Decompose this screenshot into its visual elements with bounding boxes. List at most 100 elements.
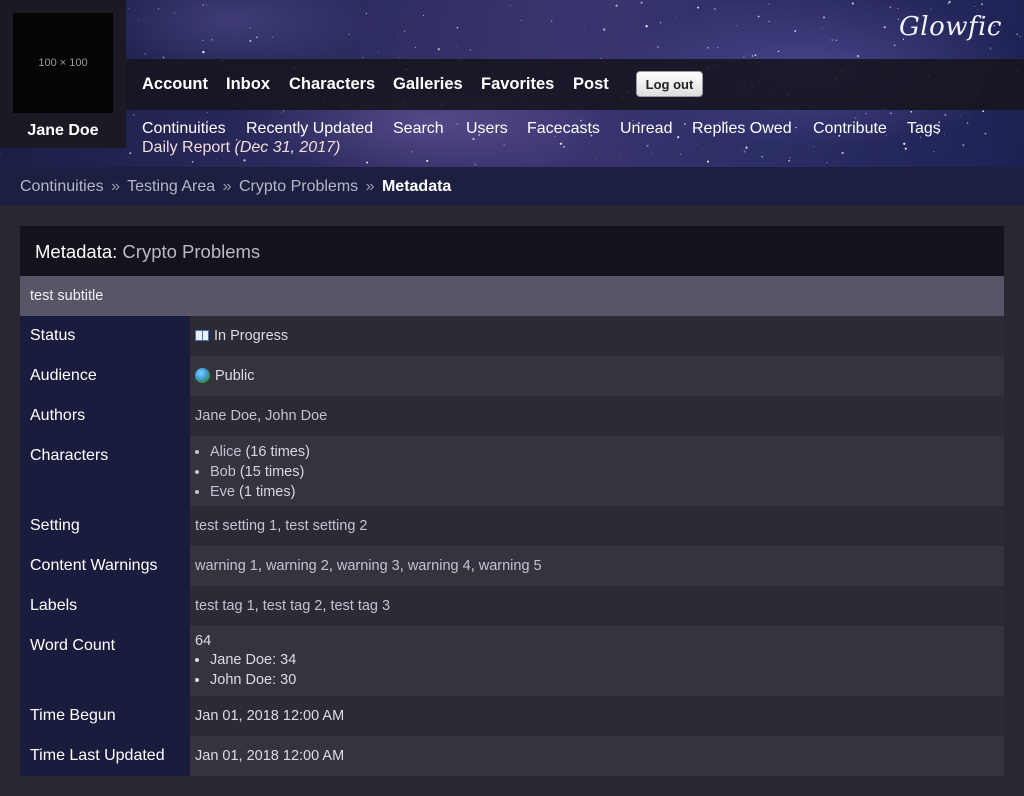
list-item: Jane Doe: 34	[210, 650, 999, 670]
subnav-recently-updated[interactable]: Recently Updated	[246, 120, 373, 138]
main-nav: Account Inbox Characters Galleries Favor…	[126, 59, 1024, 110]
setting-value: test setting 1, test setting 2	[190, 506, 1004, 546]
table-row-authors: Authors Jane Doe, John Doe	[20, 396, 1004, 436]
metadata-table: Status In Progress Audience Public Autho…	[20, 316, 1004, 776]
list-item: Alice (16 times)	[210, 442, 999, 462]
page-title: Metadata: Crypto Problems	[35, 241, 260, 263]
subtitle-row: test subtitle	[20, 276, 1004, 316]
table-row-time-last-updated: Time Last Updated Jan 01, 2018 12:00 AM	[20, 736, 1004, 776]
table-row-characters: Characters Alice (16 times) Bob (15 time…	[20, 436, 1004, 506]
time-begun-label: Time Begun	[20, 696, 190, 736]
breadcrumb-continuities[interactable]: Continuities	[20, 178, 104, 195]
character-count: (1 times)	[239, 484, 296, 500]
table-row-audience: Audience Public	[20, 356, 1004, 396]
table-row-labels: Labels test tag 1, test tag 2, test tag …	[20, 586, 1004, 626]
character-link[interactable]: Bob	[210, 464, 236, 480]
breadcrumb-bar: Continuities » Testing Area » Crypto Pro…	[0, 167, 1024, 206]
subnav-unread[interactable]: Unread	[620, 120, 672, 138]
tag-link[interactable]: test tag 1	[195, 598, 255, 614]
subnav-facecasts[interactable]: Facecasts	[527, 120, 600, 138]
list-item: Eve (1 times)	[210, 482, 999, 502]
warning-link[interactable]: warning 5	[479, 558, 542, 574]
setting-link[interactable]: test setting 1	[195, 518, 277, 534]
characters-value: Alice (16 times) Bob (15 times) Eve (1 t…	[190, 436, 1004, 506]
character-link[interactable]: Alice	[210, 444, 241, 460]
nav-galleries[interactable]: Galleries	[393, 75, 463, 94]
list-item: John Doe: 30	[210, 670, 999, 690]
content-warnings-label: Content Warnings	[20, 546, 190, 586]
warning-link[interactable]: warning 4	[408, 558, 471, 574]
warning-link[interactable]: warning 1	[195, 558, 258, 574]
subnav-users[interactable]: Users	[466, 120, 508, 138]
author-link[interactable]: Jane Doe	[195, 408, 257, 424]
post-title-link[interactable]: Crypto Problems	[122, 241, 260, 262]
authors-value: Jane Doe, John Doe	[190, 396, 1004, 436]
time-last-updated-text: Jan 01, 2018 12:00 AM	[195, 748, 345, 764]
nav-characters[interactable]: Characters	[289, 75, 375, 94]
site-logo[interactable]: Glowfic	[899, 12, 1002, 42]
word-count-total: 64	[195, 633, 212, 649]
book-icon	[195, 330, 209, 341]
characters-list: Alice (16 times) Bob (15 times) Eve (1 t…	[195, 442, 999, 502]
table-row-status: Status In Progress	[20, 316, 1004, 356]
status-value: In Progress	[190, 316, 1004, 356]
breadcrumb-separator: »	[222, 178, 232, 195]
characters-label: Characters	[20, 436, 190, 506]
author-link[interactable]: John Doe	[265, 408, 327, 424]
avatar[interactable]: 100 × 100	[13, 13, 113, 113]
subnav-daily-report[interactable]: Daily Report (Dec 31, 2017)	[142, 139, 340, 157]
table-row-time-begun: Time Begun Jan 01, 2018 12:00 AM	[20, 696, 1004, 736]
time-last-updated-label: Time Last Updated	[20, 736, 190, 776]
setting-link[interactable]: test setting 2	[285, 518, 367, 534]
subnav-replies-owed[interactable]: Replies Owed	[692, 120, 792, 138]
status-text: In Progress	[214, 328, 289, 344]
username[interactable]: Jane Doe	[0, 122, 126, 140]
audience-value: Public	[190, 356, 1004, 396]
breadcrumb-separator: »	[365, 178, 375, 195]
daily-report-label: Daily Report	[142, 139, 231, 156]
breadcrumb-separator: »	[111, 178, 120, 195]
character-link[interactable]: Eve	[210, 484, 235, 500]
breadcrumb-current: Metadata	[381, 178, 452, 195]
table-row-content-warnings: Content Warnings warning 1, warning 2, w…	[20, 546, 1004, 586]
character-count: (16 times)	[245, 444, 310, 460]
table-row-setting: Setting test setting 1, test setting 2	[20, 506, 1004, 546]
daily-report-date: (Dec 31, 2017)	[234, 139, 341, 156]
nav-inbox[interactable]: Inbox	[226, 75, 270, 94]
subnav-tags[interactable]: Tags	[907, 120, 941, 138]
page-title-prefix: Metadata:	[35, 241, 118, 262]
nav-favorites[interactable]: Favorites	[481, 75, 554, 94]
warning-link[interactable]: warning 3	[337, 558, 400, 574]
subnav-contribute[interactable]: Contribute	[813, 120, 887, 138]
time-begun-value: Jan 01, 2018 12:00 AM	[190, 696, 1004, 736]
audience-text: Public	[215, 368, 255, 384]
time-begun-text: Jan 01, 2018 12:00 AM	[195, 708, 345, 724]
subnav-search[interactable]: Search	[393, 120, 444, 138]
word-count-value: 64 Jane Doe: 34 John Doe: 30	[190, 626, 1004, 696]
site-header: 100 × 100 Jane Doe Glowfic Account Inbox…	[0, 0, 1024, 167]
subnav-continuities[interactable]: Continuities	[142, 120, 226, 138]
character-count: (15 times)	[239, 464, 305, 480]
word-count-breakdown: Jane Doe: 34 John Doe: 30	[195, 650, 999, 690]
warning-link[interactable]: warning 2	[266, 558, 329, 574]
time-last-updated-value: Jan 01, 2018 12:00 AM	[190, 736, 1004, 776]
tag-link[interactable]: test tag 3	[330, 598, 390, 614]
breadcrumb-crypto-problems[interactable]: Crypto Problems	[239, 178, 358, 195]
setting-label: Setting	[20, 506, 190, 546]
user-box: 100 × 100 Jane Doe	[0, 0, 126, 148]
nav-account[interactable]: Account	[142, 75, 208, 94]
post-subtitle: test subtitle	[30, 288, 104, 304]
word-count-label: Word Count	[20, 626, 190, 696]
list-item: Bob (15 times)	[210, 462, 999, 482]
nav-post[interactable]: Post	[573, 75, 609, 94]
content-warnings-value: warning 1, warning 2, warning 3, warning…	[190, 546, 1004, 586]
logout-button[interactable]: Log out	[636, 71, 703, 97]
globe-icon	[195, 368, 210, 383]
labels-value: test tag 1, test tag 2, test tag 3	[190, 586, 1004, 626]
tag-link[interactable]: test tag 2	[263, 598, 323, 614]
status-label: Status	[20, 316, 190, 356]
panel-header: Metadata: Crypto Problems	[20, 226, 1004, 276]
authors-label: Authors	[20, 396, 190, 436]
breadcrumb: Continuities » Testing Area » Crypto Pro…	[20, 178, 451, 196]
breadcrumb-testing-area[interactable]: Testing Area	[127, 178, 215, 195]
